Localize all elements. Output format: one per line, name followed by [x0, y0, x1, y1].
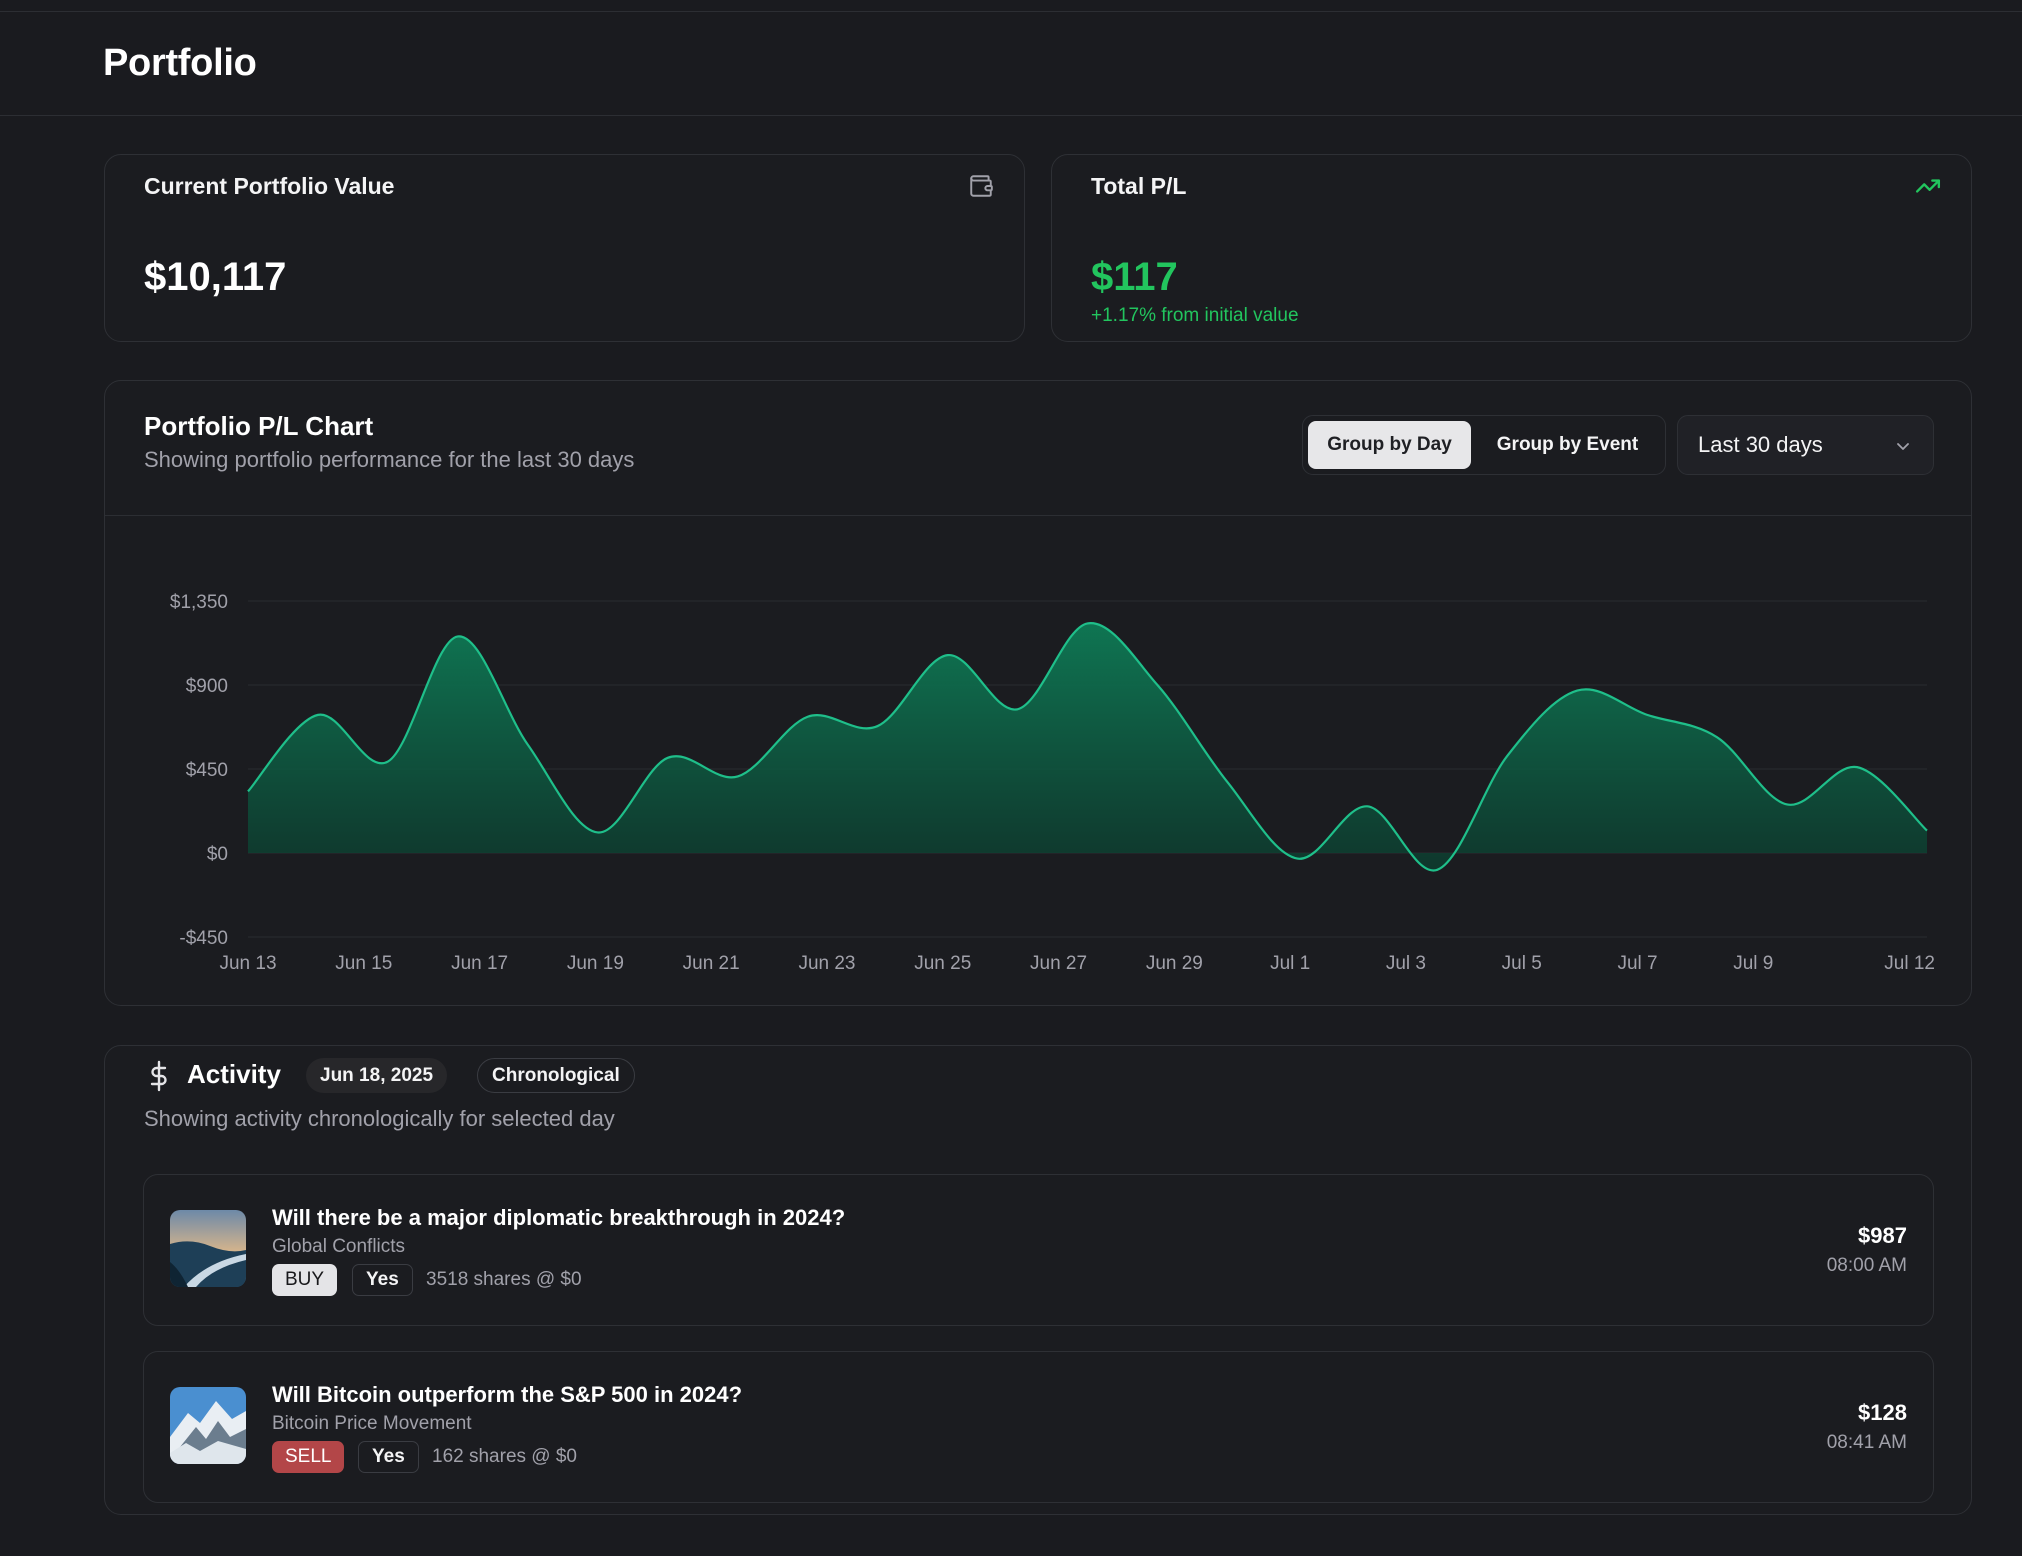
- x-tick-label: Jun 13: [219, 953, 276, 974]
- x-tick-label: Jul 9: [1733, 953, 1773, 974]
- activity-date-badge[interactable]: Jun 18, 2025: [306, 1058, 448, 1093]
- x-tick-label: Jul 3: [1386, 953, 1426, 974]
- total-pl-amount: $117: [1091, 255, 1178, 299]
- total-pl-label: Total P/L: [1091, 173, 1187, 199]
- activity-card: Activity Jun 18, 2025 Chronological Show…: [104, 1045, 1972, 1515]
- activity-mode-badge[interactable]: Chronological: [477, 1058, 635, 1093]
- outcome-badge: Yes: [358, 1441, 419, 1473]
- snowy-mountain-thumbnail: [170, 1387, 246, 1464]
- y-tick-label: $0: [207, 844, 228, 865]
- trade-time: 08:41 AM: [1826, 1432, 1907, 1453]
- x-tick-label: Jun 15: [335, 953, 392, 974]
- x-tick-label: Jul 7: [1617, 953, 1657, 974]
- shares-text: 3518 shares @ $0: [426, 1269, 582, 1290]
- market-title[interactable]: Will Bitcoin outperform the S&P 500 in 2…: [272, 1382, 742, 1408]
- market-category: Global Conflicts: [272, 1236, 406, 1257]
- portfolio-value-card: Current Portfolio Value $10,117: [104, 154, 1025, 342]
- portfolio-value-label: Current Portfolio Value: [144, 173, 395, 199]
- y-tick-label: -$450: [179, 928, 228, 949]
- x-tick-label: Jul 5: [1502, 953, 1542, 974]
- activity-item[interactable]: Will Bitcoin outperform the S&P 500 in 2…: [143, 1351, 1934, 1503]
- market-category: Bitcoin Price Movement: [272, 1413, 472, 1434]
- x-tick-label: Jun 25: [914, 953, 971, 974]
- outcome-badge: Yes: [352, 1264, 413, 1296]
- trade-amount: $128: [1858, 1400, 1907, 1425]
- y-tick-label: $1,350: [170, 592, 228, 613]
- x-tick-label: Jun 17: [451, 953, 508, 974]
- pl-area-chart: $1,350 $900 $450 $0 -$450 Jun 13 Jun 15 Jun 17…: [170, 592, 1935, 974]
- trending-up-icon: [1915, 179, 1941, 193]
- dollar-icon: [150, 1060, 167, 1092]
- coastal-road-thumbnail: [170, 1210, 246, 1287]
- x-tick-label: Jul 12: [1884, 953, 1935, 974]
- x-tick-label: Jun 21: [683, 953, 740, 974]
- x-tick-label: Jun 19: [567, 953, 624, 974]
- x-tick-label: Jun 27: [1030, 953, 1087, 974]
- total-pl-change: +1.17% from initial value: [1091, 305, 1299, 326]
- pl-chart-card: Portfolio P/L Chart Showing portfolio pe…: [104, 380, 1972, 1006]
- side-badge: BUY: [272, 1264, 338, 1296]
- total-pl-card: Total P/L $117 +1.17% from initial value: [1051, 154, 1972, 342]
- y-tick-label: $900: [186, 676, 228, 697]
- x-tick-label: Jun 29: [1146, 953, 1203, 974]
- side-badge: SELL: [272, 1441, 345, 1473]
- activity-description: Showing activity chronologically for sel…: [144, 1106, 615, 1131]
- trade-time: 08:00 AM: [1826, 1255, 1907, 1276]
- activity-item[interactable]: Will there be a major diplomatic breakth…: [143, 1174, 1934, 1326]
- market-title[interactable]: Will there be a major diplomatic breakth…: [272, 1205, 845, 1231]
- activity-title: Activity: [187, 1059, 281, 1089]
- wallet-icon: [970, 175, 993, 197]
- x-tick-label: Jul 1: [1270, 953, 1310, 974]
- page-header: Portfolio: [0, 12, 2022, 116]
- trade-amount: $987: [1858, 1223, 1907, 1248]
- portfolio-value-amount: $10,117: [144, 255, 287, 299]
- y-tick-label: $450: [186, 760, 228, 781]
- x-tick-label: Jun 23: [798, 953, 855, 974]
- shares-text: 162 shares @ $0: [432, 1446, 577, 1467]
- page-title: Portfolio: [103, 42, 257, 84]
- pl-area-fill: [248, 623, 1927, 871]
